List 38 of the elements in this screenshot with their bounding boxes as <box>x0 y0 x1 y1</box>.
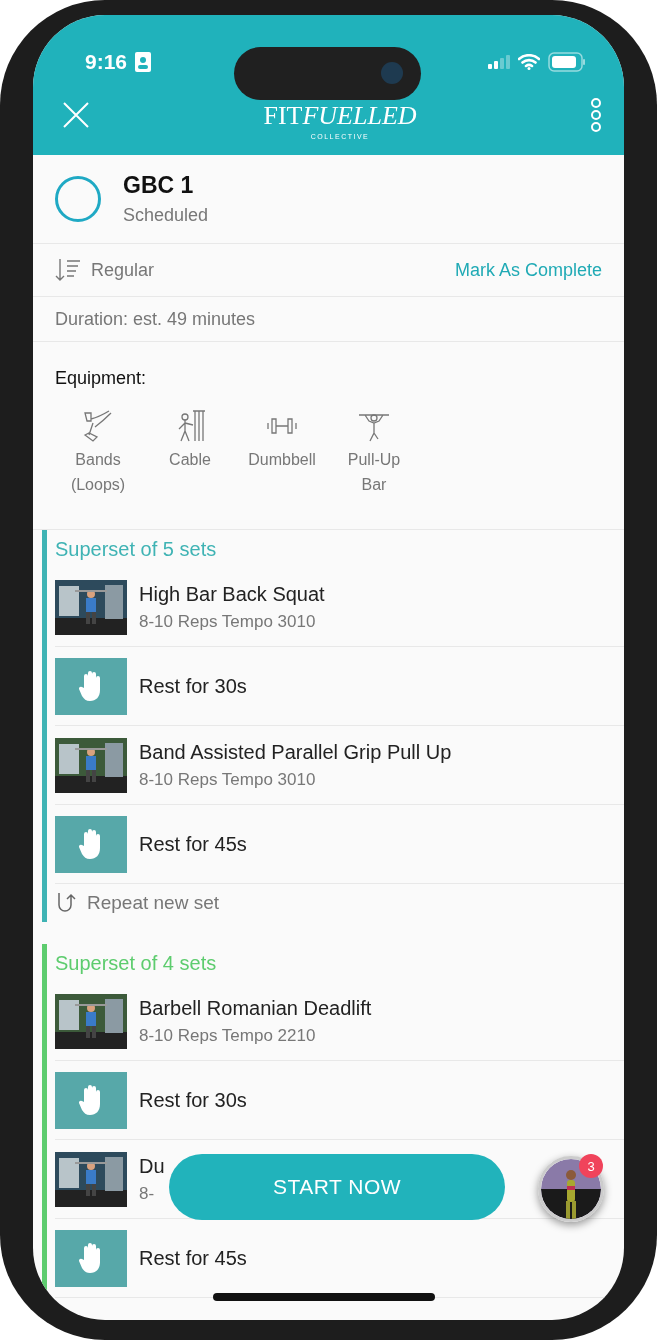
equipment-name: Cable <box>168 450 212 470</box>
mark-complete-link[interactable]: Mark As Complete <box>454 259 602 281</box>
workout-title: GBC 1 <box>123 172 195 199</box>
rest-label: Rest for 45s <box>139 1246 247 1270</box>
rest-label: Rest for 45s <box>139 832 247 856</box>
repeat-set-label: Repeat new set <box>87 892 220 914</box>
wifi-icon <box>518 54 540 70</box>
workout-status: Scheduled <box>123 205 209 226</box>
battery-icon <box>548 52 586 72</box>
equipment-name: Dumbbell <box>247 450 317 470</box>
exercise-name: Barbell Romanian Deadlift <box>139 996 372 1020</box>
rest-label: Rest for 30s <box>139 674 247 698</box>
close-icon[interactable] <box>62 100 90 129</box>
id-card-icon <box>135 52 152 72</box>
more-icon[interactable] <box>590 97 602 132</box>
equipment-name: Pull-Up Bar <box>346 450 402 495</box>
exercise-detail: 8-10 Reps Tempo 3010 <box>139 769 317 790</box>
equipment-name: Bands (Loops) <box>69 450 127 495</box>
superset-title: Superset of 4 sets <box>55 950 218 976</box>
equipment-label: Equipment: <box>55 368 148 389</box>
status-time: 9:16 <box>85 50 128 74</box>
exercise-detail: 8-10 Reps Tempo 2210 <box>139 1025 317 1046</box>
duration-text: Duration: est. 49 minutes <box>55 308 256 330</box>
sort-icon <box>55 258 81 282</box>
exercise-detail: 8-10 Reps Tempo 3010 <box>139 611 317 632</box>
mode-label: Regular <box>91 259 155 281</box>
exercise-name: High Bar Back Squat <box>139 582 325 606</box>
superset-title: Superset of 5 sets <box>55 536 218 562</box>
repeat-arrow-icon <box>55 891 77 915</box>
start-now-button[interactable]: START NOW <box>169 1154 505 1220</box>
signal-icon <box>488 55 510 69</box>
notification-badge: 3 <box>579 1154 603 1178</box>
coach-avatar[interactable] <box>538 1156 604 1222</box>
exercise-name: Du <box>139 1154 165 1178</box>
completion-circle[interactable] <box>55 176 101 222</box>
rest-label: Rest for 30s <box>139 1088 247 1112</box>
exercise-detail: 8- <box>139 1183 156 1204</box>
exercise-name: Band Assisted Parallel Grip Pull Up <box>139 740 452 764</box>
